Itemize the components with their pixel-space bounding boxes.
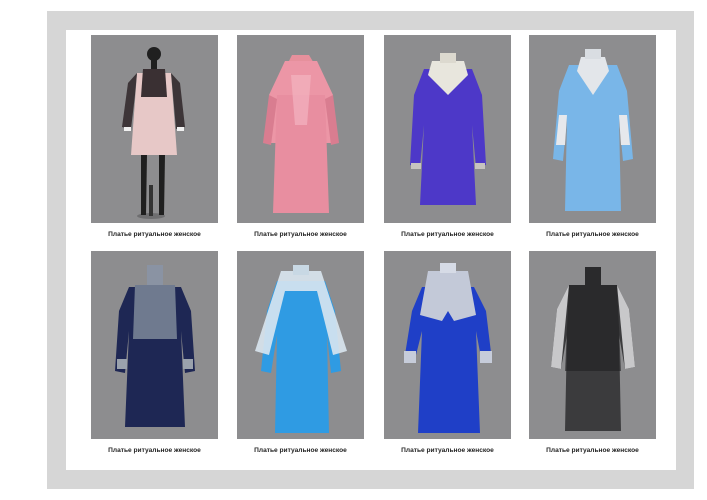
product-gallery: Платье ритуальное женское Платье ритуаль… [66, 30, 676, 470]
product-image[interactable] [237, 251, 364, 439]
product-caption[interactable]: Платье ритуальное женское [91, 439, 218, 462]
product-image[interactable] [91, 251, 218, 439]
product-caption[interactable]: Платье ритуальное женское [91, 223, 218, 246]
product-card[interactable]: Платье ритуальное женское [529, 251, 656, 462]
product-caption[interactable]: Платье ритуальное женское [529, 223, 656, 246]
product-image[interactable] [384, 251, 511, 439]
product-caption[interactable]: Платье ритуальное женское [529, 439, 656, 462]
product-card[interactable]: Платье ритуальное женское [384, 251, 511, 462]
product-card[interactable]: Платье ритуальное женское [91, 35, 218, 246]
product-card[interactable]: Платье ритуальное женское [384, 35, 511, 246]
product-image[interactable] [529, 35, 656, 223]
product-caption[interactable]: Платье ритуальное женское [384, 439, 511, 462]
product-image[interactable] [237, 35, 364, 223]
product-caption[interactable]: Платье ритуальное женское [384, 223, 511, 246]
product-card[interactable]: Платье ритуальное женское [237, 251, 364, 462]
product-image[interactable] [91, 35, 218, 223]
product-card[interactable]: Платье ритуальное женское [529, 35, 656, 246]
product-caption[interactable]: Платье ритуальное женское [237, 439, 364, 462]
product-card[interactable]: Платье ритуальное женское [91, 251, 218, 462]
product-image[interactable] [529, 251, 656, 439]
product-caption[interactable]: Платье ритуальное женское [237, 223, 364, 246]
product-image[interactable] [384, 35, 511, 223]
product-card[interactable]: Платье ритуальное женское [237, 35, 364, 246]
